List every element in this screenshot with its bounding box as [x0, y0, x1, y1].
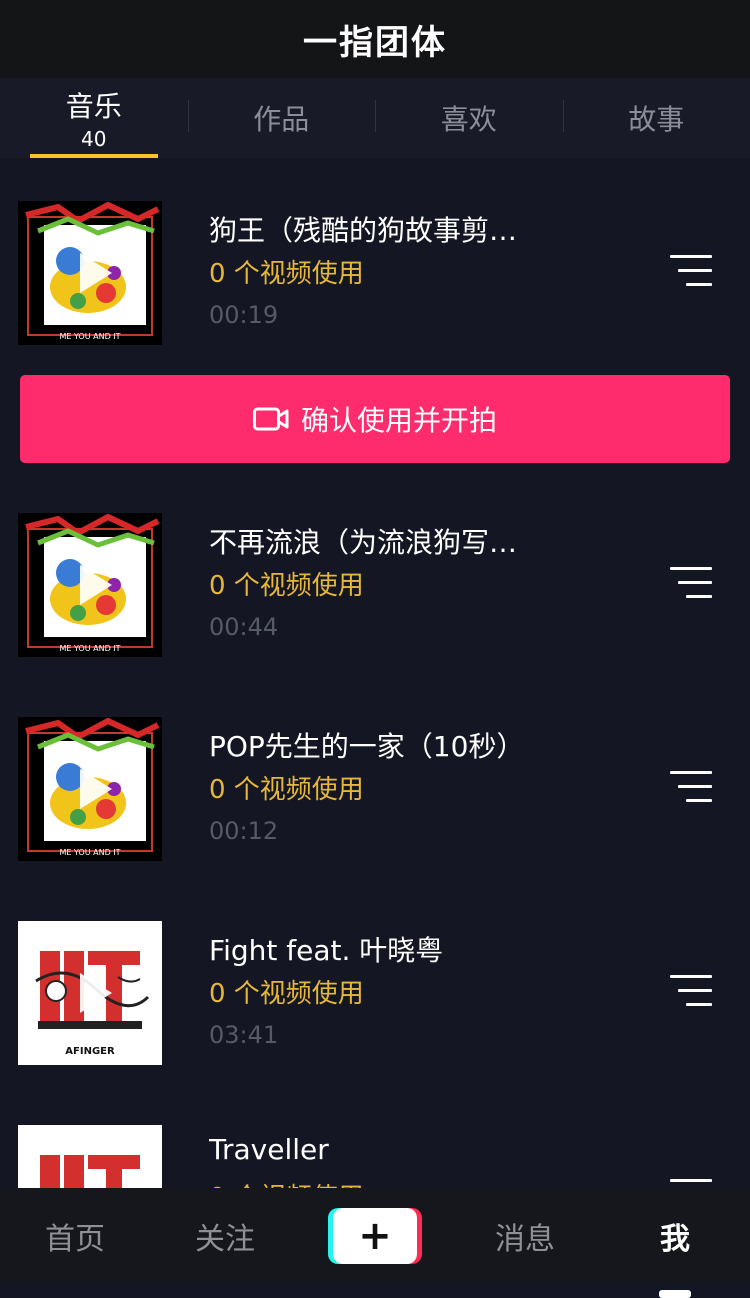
- list-item[interactable]: AFINGER Fight feat. 叶晓粤 0 个视频使用 03:41: [0, 921, 750, 1071]
- nav-home[interactable]: 首页: [0, 1214, 150, 1258]
- album-cover-text: ME YOU AND IT: [18, 644, 162, 653]
- plus-icon: +: [358, 1216, 392, 1256]
- menu-icon[interactable]: [670, 255, 712, 287]
- confirm-use-label: 确认使用并开拍: [301, 399, 497, 439]
- profile-tabs: 音乐 40 作品 喜欢 故事: [0, 78, 750, 158]
- nav-me-label: 我: [660, 1222, 690, 1257]
- nav-follow[interactable]: 关注: [150, 1214, 300, 1258]
- top-bar: 一指团体: [0, 0, 750, 78]
- album-cover[interactable]: ME YOU AND IT: [18, 717, 162, 861]
- album-cover[interactable]: ME YOU AND IT: [18, 513, 162, 657]
- tab-music[interactable]: 音乐 40: [0, 78, 188, 158]
- song-title: 不再流浪（为流浪狗写…: [209, 521, 649, 561]
- music-list: ME YOU AND IT 狗王（残酷的狗故事剪… 0 个视频使用 00:19 …: [0, 158, 750, 1188]
- play-icon[interactable]: [80, 769, 112, 809]
- tab-works-label: 作品: [253, 98, 309, 138]
- menu-icon[interactable]: [670, 567, 712, 599]
- play-icon[interactable]: [80, 565, 112, 605]
- active-indicator: [659, 1290, 691, 1298]
- song-title: Traveller: [209, 1133, 649, 1166]
- album-cover-text: ME YOU AND IT: [18, 848, 162, 857]
- tab-works[interactable]: 作品: [188, 78, 376, 158]
- song-duration: 00:19: [209, 301, 278, 329]
- page-title: 一指团体: [303, 15, 447, 64]
- tab-stories-label: 故事: [628, 98, 684, 138]
- menu-icon[interactable]: [670, 771, 712, 803]
- tab-stories[interactable]: 故事: [563, 78, 750, 158]
- tab-music-count: 40: [81, 127, 106, 151]
- tab-likes[interactable]: 喜欢: [375, 78, 563, 158]
- create-button[interactable]: +: [333, 1208, 417, 1264]
- song-title: Fight feat. 叶晓粤: [209, 929, 649, 969]
- usage-count: 0 个视频使用: [209, 253, 364, 290]
- song-duration: 00:12: [209, 817, 278, 845]
- album-cover[interactable]: [18, 1125, 162, 1188]
- list-item[interactable]: ME YOU AND IT 不再流浪（为流浪狗写… 0 个视频使用 00:44: [0, 513, 750, 663]
- bottom-nav: 首页 关注 + 消息 我: [0, 1188, 750, 1283]
- list-item[interactable]: ME YOU AND IT 狗王（残酷的狗故事剪… 0 个视频使用 00:19: [0, 201, 750, 351]
- album-cover-text: ME YOU AND IT: [18, 332, 162, 341]
- nav-create-wrap: +: [300, 1208, 450, 1264]
- tab-music-label: 音乐: [66, 85, 122, 125]
- song-title: POP先生的一家（10秒）: [209, 725, 649, 765]
- play-icon[interactable]: [80, 253, 112, 293]
- tab-likes-label: 喜欢: [441, 98, 497, 138]
- song-duration: 00:44: [209, 613, 278, 641]
- usage-count: 0 个视频使用: [209, 1177, 364, 1188]
- confirm-use-button[interactable]: 确认使用并开拍: [20, 375, 730, 463]
- album-cover[interactable]: ME YOU AND IT: [18, 201, 162, 345]
- usage-count: 0 个视频使用: [209, 973, 364, 1010]
- nav-me[interactable]: 我: [600, 1214, 750, 1258]
- video-camera-icon: [253, 406, 289, 432]
- album-art-image: [18, 1125, 162, 1188]
- song-title: 狗王（残酷的狗故事剪…: [209, 209, 649, 249]
- play-icon[interactable]: [80, 973, 112, 1013]
- usage-count: 0 个视频使用: [209, 769, 364, 806]
- list-item[interactable]: ME YOU AND IT POP先生的一家（10秒） 0 个视频使用 00:1…: [0, 717, 750, 867]
- nav-messages[interactable]: 消息: [450, 1214, 600, 1258]
- usage-count: 0 个视频使用: [209, 565, 364, 602]
- song-duration: 03:41: [209, 1021, 278, 1049]
- menu-icon[interactable]: [670, 975, 712, 1007]
- menu-icon[interactable]: [670, 1179, 712, 1188]
- list-item[interactable]: Traveller 0 个视频使用: [0, 1125, 750, 1188]
- album-cover[interactable]: AFINGER: [18, 921, 162, 1065]
- album-cover-text: AFINGER: [18, 1046, 162, 1057]
